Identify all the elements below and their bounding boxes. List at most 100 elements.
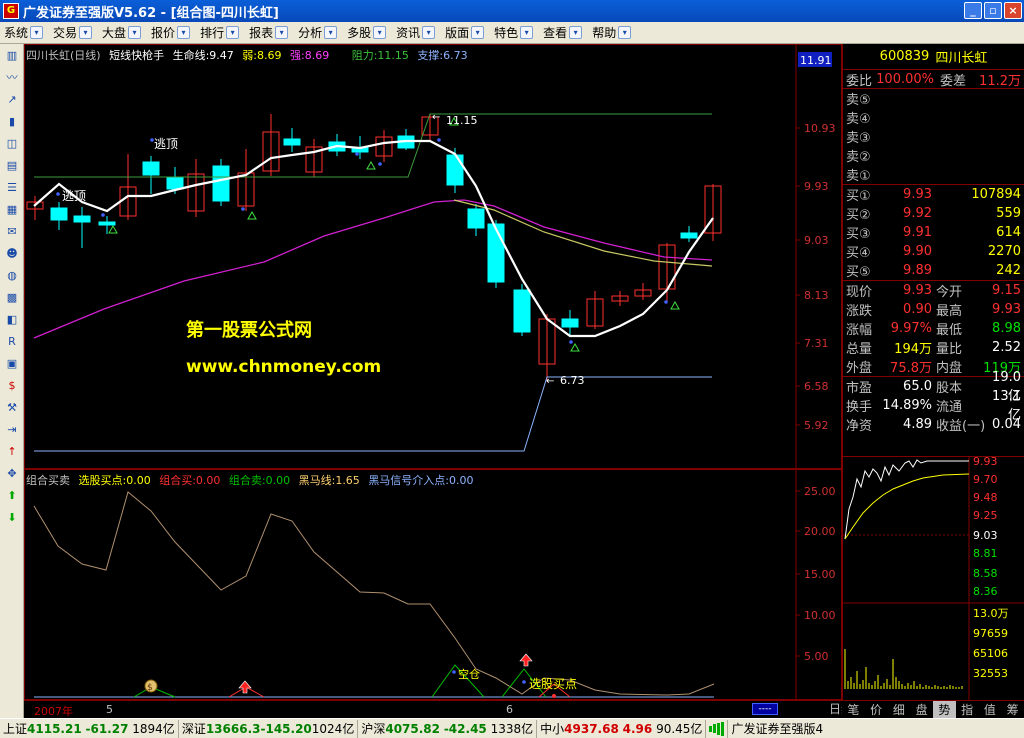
signal-dot	[664, 300, 668, 304]
chart-icon[interactable]: ▩	[3, 289, 21, 307]
ri-icon[interactable]: R	[3, 333, 21, 351]
chevron-down-icon[interactable]: ▾	[324, 26, 338, 39]
menu-item-10[interactable]: 特色 ▾	[494, 24, 534, 41]
buy-label: 买③	[846, 227, 871, 242]
report-icon[interactable]: ▤	[3, 157, 21, 175]
arrow-up-green-icon[interactable]: ⬆	[3, 487, 21, 505]
sub-axis-label: 5.00	[804, 650, 829, 663]
menu-item-9[interactable]: 版面 ▾	[445, 24, 485, 41]
globe-icon[interactable]: ◍	[3, 267, 21, 285]
intraday-mini-chart[interactable]: 9.93 9.70 9.48 9.25 9.03 8.81 8.58 8.36 13.0万 976…	[842, 455, 1024, 701]
chart-canvas[interactable]: 10.939.939.038.137.316.585.9211.91逃顶逃顶11…	[24, 44, 842, 718]
stat-row[interactable]: 涨跌 0.90 最高 9.93	[843, 300, 1024, 319]
sell-row[interactable]: 卖⑤	[843, 89, 1024, 108]
close-button[interactable]: ×	[1004, 2, 1022, 19]
people-icon[interactable]: ☻	[3, 245, 21, 263]
intraday-price-label: 8.58	[973, 567, 998, 580]
bar-icon[interactable]: ▮	[3, 113, 21, 131]
chevron-down-icon[interactable]: ▾	[275, 26, 289, 39]
signal-dot	[355, 152, 359, 156]
indicator-icon[interactable]: ◫	[3, 135, 21, 153]
stat-row[interactable]: 涨幅 9.97% 最低 8.98	[843, 319, 1024, 338]
quote-tab[interactable]: 盘	[910, 701, 933, 718]
quote-tab[interactable]: 值	[979, 701, 1002, 718]
intraday-volume-label: 32553	[973, 667, 1008, 680]
buy-row[interactable]: 买⑤ 9.89 242	[843, 261, 1024, 280]
minimize-button[interactable]: _	[964, 2, 982, 19]
chevron-down-icon[interactable]: ▾	[128, 26, 142, 39]
chart-area[interactable]: 10.93 9.93 9.03 8.13 7.31 6.58 5.92 11.91 逃顶 逃顶 11…	[24, 44, 842, 718]
move-icon[interactable]: ✥	[3, 465, 21, 483]
stat-value: 75.8万	[890, 361, 932, 376]
chevron-down-icon[interactable]: ▾	[177, 26, 191, 39]
chevron-down-icon[interactable]: ▾	[226, 26, 240, 39]
sub-chart-legend: 组合买卖 选股买点:0.00 组合买:0.00 组合卖:0.00 黑马线:1.6…	[26, 472, 479, 488]
fundamental-row[interactable]: 净资 4.89 收益(一) 0.04	[843, 415, 1024, 434]
menu-item-5[interactable]: 报表 ▾	[249, 24, 289, 41]
sell-label: 卖①	[846, 169, 871, 184]
chevron-down-icon[interactable]: ▾	[520, 26, 534, 39]
candle-body	[212, 165, 230, 202]
menu-item-8[interactable]: 资讯 ▾	[396, 24, 436, 41]
stat-row[interactable]: 总量 194万 量比 2.52	[843, 338, 1024, 357]
sell-row[interactable]: 卖③	[843, 127, 1024, 146]
sell-row[interactable]: 卖①	[843, 165, 1024, 184]
buy-row[interactable]: 买③ 9.91 614	[843, 223, 1024, 242]
list-icon[interactable]: ☰	[3, 179, 21, 197]
stat-value: 0.90	[903, 302, 932, 317]
intraday-canvas[interactable]: 9.93 9.70 9.48 9.25 9.03 8.81 8.58 8.36 13.0万 976…	[843, 455, 1024, 701]
menu-item-7[interactable]: 多股 ▾	[347, 24, 387, 41]
arrow-up-icon[interactable]: ↑	[3, 443, 21, 461]
kline-icon[interactable]: ▥	[3, 47, 21, 65]
sell-row[interactable]: 卖②	[843, 146, 1024, 165]
menu-item-0[interactable]: 系统 ▾	[4, 24, 44, 41]
quote-tab[interactable]: 指	[956, 701, 979, 718]
intraday-volume-label: 13.0万	[973, 607, 1009, 620]
menu-item-1[interactable]: 交易 ▾	[53, 24, 93, 41]
money-icon[interactable]: $	[3, 377, 21, 395]
chevron-down-icon[interactable]: ▾	[373, 26, 387, 39]
sz-index-cell[interactable]: 深证13666.3-145.201024亿	[179, 719, 359, 738]
sh-index-cell[interactable]: 上证4115.21 -61.27 1894亿	[0, 719, 179, 738]
menu-item-4[interactable]: 排行 ▾	[200, 24, 240, 41]
calc-icon[interactable]: ▣	[3, 355, 21, 373]
chevron-down-icon[interactable]: ▾	[618, 26, 632, 39]
mail-icon[interactable]: ✉	[3, 223, 21, 241]
arrow-down-green-icon[interactable]: ⬇	[3, 509, 21, 527]
buy-row[interactable]: 买① 9.93 107894	[843, 185, 1024, 204]
menu-label: 交易	[53, 26, 78, 40]
export-icon[interactable]: ⇥	[3, 421, 21, 439]
chevron-down-icon[interactable]: ▾	[422, 26, 436, 39]
quote-tab[interactable]: 细	[888, 701, 911, 718]
menu-item-11[interactable]: 查看 ▾	[543, 24, 583, 41]
money-bag-symbol: $	[147, 683, 153, 693]
diff-value: 11.2万	[979, 73, 1021, 89]
sell-row[interactable]: 卖④	[843, 108, 1024, 127]
fundamental-row[interactable]: 换手 14.89% 流通 13.1亿	[843, 389, 1024, 423]
restore-button[interactable]: ▫	[984, 2, 1002, 19]
hs-index-cell[interactable]: 沪深4075.82 -42.45 1338亿	[358, 719, 538, 738]
buy-row[interactable]: 买④ 9.90 2270	[843, 242, 1024, 261]
quote-tab[interactable]: 价	[865, 701, 888, 718]
quote-tab[interactable]: 势	[933, 701, 956, 718]
stat-row[interactable]: 现价 9.93 今开 9.15	[843, 281, 1024, 300]
menu-item-6[interactable]: 分析 ▾	[298, 24, 338, 41]
scroll-indicator[interactable]: ----	[752, 703, 778, 715]
menu-item-2[interactable]: 大盘 ▾	[102, 24, 142, 41]
minute-icon[interactable]: 〰	[3, 69, 21, 87]
quote-tab[interactable]: 筹	[1001, 701, 1024, 718]
chevron-down-icon[interactable]: ▾	[30, 26, 44, 39]
buy-row[interactable]: 买② 9.92 559	[843, 204, 1024, 223]
chevron-down-icon[interactable]: ▾	[79, 26, 93, 39]
chevron-down-icon[interactable]: ▾	[569, 26, 583, 39]
quote-tab[interactable]: 笔	[842, 701, 865, 718]
zx-index-cell[interactable]: 中小4937.68 4.96 90.45亿	[537, 719, 707, 738]
tools-icon[interactable]: ⚒	[3, 399, 21, 417]
chevron-down-icon[interactable]: ▾	[471, 26, 485, 39]
menu-item-3[interactable]: 报价 ▾	[151, 24, 191, 41]
legend-resistance: 阻力:11.15	[351, 49, 409, 62]
menu-item-12[interactable]: 帮助 ▾	[592, 24, 632, 41]
text-icon[interactable]: ▦	[3, 201, 21, 219]
trend-icon[interactable]: ↗	[3, 91, 21, 109]
fund-icon[interactable]: ◧	[3, 311, 21, 329]
